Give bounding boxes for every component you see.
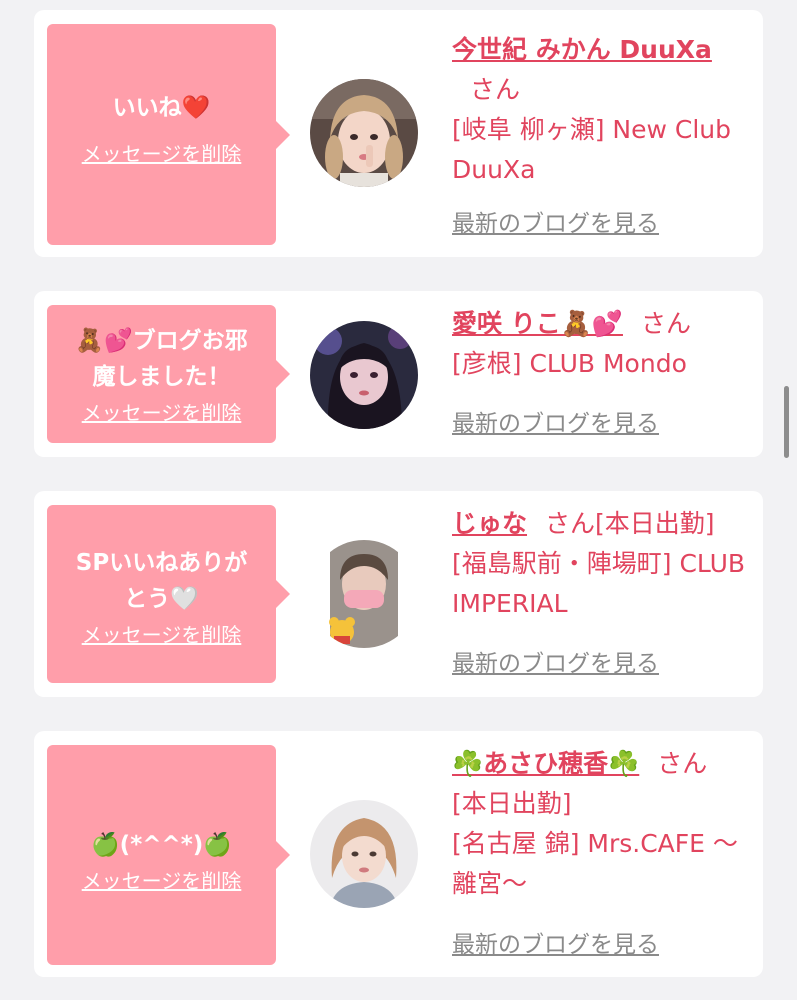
- scrollbar[interactable]: [784, 386, 789, 458]
- venue-text: [彦根] CLUB Mondo: [452, 349, 687, 378]
- latest-blog-link[interactable]: 最新のブログを見る: [452, 208, 659, 240]
- cast-name-link[interactable]: 今世紀 みかん DuuXa: [452, 35, 712, 64]
- avatar[interactable]: [310, 321, 418, 429]
- latest-blog-link[interactable]: 最新のブログを見る: [452, 408, 659, 440]
- honorific: さん: [545, 509, 596, 538]
- honorific: さん: [657, 749, 708, 778]
- delete-message-link[interactable]: メッセージを削除: [61, 867, 262, 895]
- honorific: さん: [470, 75, 521, 104]
- avatar[interactable]: [310, 540, 418, 648]
- cast-info: 愛咲 りこ🧸💕 さん [彦根] CLUB Mondo: [452, 304, 752, 384]
- message-bubble: 🧸💕ブログお邪魔しました！ メッセージを削除: [47, 305, 290, 443]
- message-list: いいね❤️ メッセージを削除 今世紀 みかん DuuXa さん [岐阜 柳ヶ瀬] …: [0, 0, 797, 1000]
- latest-blog-link[interactable]: 最新のブログを見る: [452, 929, 659, 961]
- avatar[interactable]: [310, 800, 418, 908]
- message-text: 🍏(*^^*)🍏: [91, 832, 232, 858]
- message-card: SPいいねありがとう🤍 メッセージを削除 じゅな さん[本日出勤] [福島駅前・陣…: [34, 491, 763, 697]
- honorific: さん: [640, 309, 691, 338]
- message-card: いいね❤️ メッセージを削除 今世紀 みかん DuuXa さん [岐阜 柳ヶ瀬] …: [34, 10, 763, 257]
- message-card: 🧸💕ブログお邪魔しました！ メッセージを削除 愛咲 りこ🧸💕 さん [彦根] CL…: [34, 291, 763, 457]
- latest-blog-link[interactable]: 最新のブログを見る: [452, 648, 659, 680]
- attendance-status: [本日出勤]: [595, 509, 715, 538]
- cast-name-link[interactable]: 愛咲 りこ🧸💕: [452, 309, 623, 338]
- message-bubble: いいね❤️ メッセージを削除: [47, 24, 290, 245]
- message-card: 🍏(*^^*)🍏 メッセージを削除 ☘️あさひ穂香☘️ さん [本日出勤] [名古…: [34, 731, 763, 977]
- venue-text: [岐阜 柳ヶ瀬] New Club DuuXa: [452, 115, 731, 184]
- cast-info: じゅな さん[本日出勤] [福島駅前・陣場町] CLUB IMPERIAL: [452, 504, 752, 624]
- message-text: 🧸💕ブログお邪魔しました！: [75, 328, 248, 390]
- message-text: SPいいねありがとう🤍: [75, 550, 248, 612]
- cast-info: ☘️あさひ穂香☘️ さん [本日出勤] [名古屋 錦] Mrs.CAFE 〜離宮〜: [452, 744, 752, 904]
- delete-message-link[interactable]: メッセージを削除: [61, 621, 262, 649]
- message-text: いいね❤️: [112, 95, 211, 121]
- message-bubble: 🍏(*^^*)🍏 メッセージを削除: [47, 745, 290, 965]
- delete-message-link[interactable]: メッセージを削除: [61, 399, 262, 427]
- venue-text: [名古屋 錦] Mrs.CAFE 〜離宮〜: [452, 829, 738, 898]
- venue-text: [福島駅前・陣場町] CLUB IMPERIAL: [452, 549, 746, 618]
- avatar[interactable]: [310, 79, 418, 187]
- cast-name-link[interactable]: じゅな: [452, 509, 527, 538]
- attendance-status: [本日出勤]: [452, 789, 572, 818]
- delete-message-link[interactable]: メッセージを削除: [61, 140, 262, 168]
- message-bubble: SPいいねありがとう🤍 メッセージを削除: [47, 505, 290, 683]
- cast-name-link[interactable]: ☘️あさひ穂香☘️: [452, 749, 639, 778]
- cast-info: 今世紀 みかん DuuXa さん [岐阜 柳ヶ瀬] New Club DuuXa: [452, 30, 752, 190]
